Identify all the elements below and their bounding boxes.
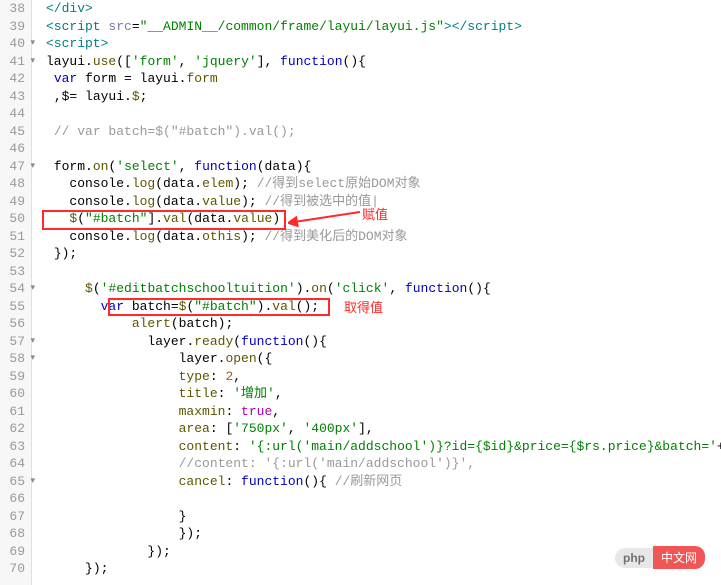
- line-number: 66: [0, 490, 25, 508]
- watermark: php 中文网: [615, 546, 705, 569]
- line-number: 44: [0, 105, 25, 123]
- line-number: 43: [0, 88, 25, 106]
- line-number: 48: [0, 175, 25, 193]
- code-line[interactable]: // var batch=$("#batch").val();: [46, 123, 721, 141]
- watermark-right: 中文网: [653, 546, 705, 569]
- line-number: 55: [0, 298, 25, 316]
- code-line[interactable]: form.on('select', function(data){: [46, 158, 721, 176]
- line-number: 45: [0, 123, 25, 141]
- code-line[interactable]: var form = layui.form: [46, 70, 721, 88]
- code-line[interactable]: <script>: [46, 35, 721, 53]
- code-line[interactable]: $('#editbatchschooltuition').on('click',…: [46, 280, 721, 298]
- code-line[interactable]: console.log(data.othis); //得到美化后的DOM对象: [46, 228, 721, 246]
- code-editor[interactable]: 3839404142434445464748495051525354555657…: [0, 0, 721, 585]
- line-number: 67: [0, 508, 25, 526]
- code-line[interactable]: var batch=$("#batch").val();: [46, 298, 721, 316]
- line-number: 61: [0, 403, 25, 421]
- line-number: 56: [0, 315, 25, 333]
- line-number: 57: [0, 333, 25, 351]
- code-line[interactable]: alert(batch);: [46, 315, 721, 333]
- annotation-label-get: 取得值: [344, 297, 383, 316]
- line-number: 51: [0, 228, 25, 246]
- line-number: 38: [0, 0, 25, 18]
- code-line[interactable]: cancel: function(){ //刷新网页: [46, 473, 721, 491]
- line-number: 65: [0, 473, 25, 491]
- annotation-label-assign: 赋值: [362, 204, 388, 223]
- line-number: 63: [0, 438, 25, 456]
- line-number: 59: [0, 368, 25, 386]
- line-number-gutter: 3839404142434445464748495051525354555657…: [0, 0, 32, 585]
- code-line[interactable]: title: '增加',: [46, 385, 721, 403]
- code-line[interactable]: layer.ready(function(){: [46, 333, 721, 351]
- watermark-left: php: [615, 548, 653, 568]
- code-line[interactable]: [46, 490, 721, 508]
- line-number: 54: [0, 280, 25, 298]
- code-line[interactable]: [46, 140, 721, 158]
- line-number: 53: [0, 263, 25, 281]
- line-number: 68: [0, 525, 25, 543]
- line-number: 70: [0, 560, 25, 578]
- code-line[interactable]: [46, 105, 721, 123]
- line-number: 42: [0, 70, 25, 88]
- code-line[interactable]: layui.use(['form', 'jquery'], function()…: [46, 53, 721, 71]
- code-area[interactable]: </div><script src="__ADMIN__/common/fram…: [32, 0, 721, 585]
- code-line[interactable]: <script src="__ADMIN__/common/frame/layu…: [46, 18, 721, 36]
- code-line[interactable]: ,$= layui.$;: [46, 88, 721, 106]
- line-number: 52: [0, 245, 25, 263]
- code-line[interactable]: [46, 263, 721, 281]
- code-line[interactable]: type: 2,: [46, 368, 721, 386]
- line-number: 64: [0, 455, 25, 473]
- code-line[interactable]: });: [46, 245, 721, 263]
- line-number: 40: [0, 35, 25, 53]
- line-number: 62: [0, 420, 25, 438]
- code-line[interactable]: content: '{:url('main/addschool')}?id={$…: [46, 438, 721, 456]
- code-line[interactable]: layer.open({: [46, 350, 721, 368]
- code-line[interactable]: console.log(data.elem); //得到select原始DOM对…: [46, 175, 721, 193]
- code-line[interactable]: </div>: [46, 0, 721, 18]
- code-line[interactable]: maxmin: true,: [46, 403, 721, 421]
- line-number: 46: [0, 140, 25, 158]
- line-number: 41: [0, 53, 25, 71]
- code-line[interactable]: });: [46, 525, 721, 543]
- code-line[interactable]: //content: '{:url('main/addschool')}',: [46, 455, 721, 473]
- line-number: 50: [0, 210, 25, 228]
- code-line[interactable]: }: [46, 508, 721, 526]
- line-number: 47: [0, 158, 25, 176]
- line-number: 39: [0, 18, 25, 36]
- line-number: 58: [0, 350, 25, 368]
- code-line[interactable]: area: ['750px', '400px'],: [46, 420, 721, 438]
- line-number: 69: [0, 543, 25, 561]
- line-number: 60: [0, 385, 25, 403]
- line-number: 49: [0, 193, 25, 211]
